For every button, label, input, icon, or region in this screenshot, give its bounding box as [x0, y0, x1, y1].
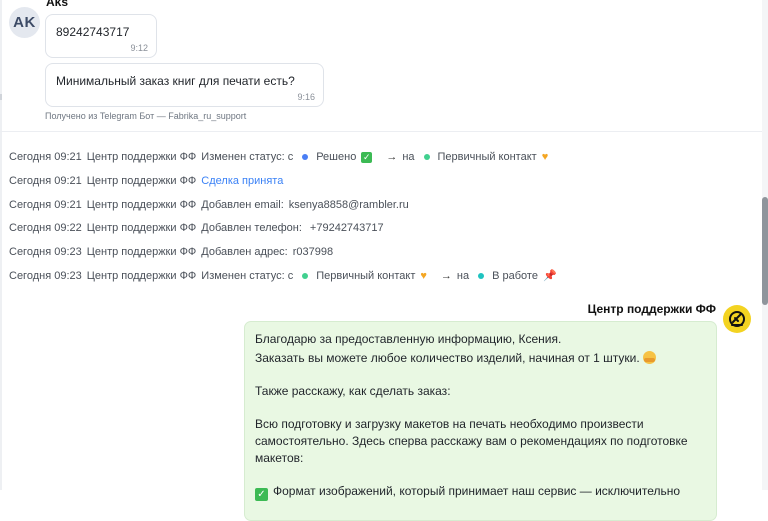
message-time: 9:16	[297, 92, 315, 102]
client-message-1: 89242743717 9:12	[45, 14, 157, 58]
left-panel-marker	[0, 94, 2, 100]
reply-line: самостоятельно. Здесь сперва расскажу ва…	[255, 434, 688, 448]
status-to: Первичный контакт	[437, 151, 537, 163]
event-actor: Центр поддержки ФФ	[86, 222, 197, 234]
yellow-heart-icon: ♥	[541, 150, 549, 163]
event-log-row: Сегодня 09:23 Центр поддержки ФФ Изменен…	[9, 270, 562, 282]
event-value-email: ksenya8858@rambler.ru	[288, 199, 409, 211]
reply-line: макетов:	[255, 451, 304, 465]
message-source-note: Получено из Telegram Бот — Fabrika_ru_su…	[45, 111, 247, 121]
deal-accepted-link[interactable]: Сделка принята	[201, 175, 283, 187]
event-value-phone: +79242743717	[309, 222, 384, 234]
reply-line: Благодарю за предоставленную информацию,…	[255, 332, 562, 346]
client-message-2: Минимальный заказ книг для печати есть? …	[45, 63, 324, 107]
status-dot-primary	[423, 154, 430, 160]
client-name[interactable]: Aks	[46, 0, 68, 9]
reply-line: Всю подготовку и загрузку макетов на печ…	[255, 417, 644, 431]
arrow-right-icon: →	[440, 270, 452, 282]
event-date: Сегодня 09:21	[9, 175, 82, 187]
event-date: Сегодня 09:21	[9, 151, 82, 163]
scrollbar-thumb[interactable]	[762, 197, 768, 305]
event-action: Добавлен адрес:	[201, 246, 288, 258]
event-action: Изменен статус: с	[201, 151, 294, 163]
reply-line-text: Заказать вы можете любое количество изде…	[255, 351, 640, 365]
event-actor: Центр поддержки ФФ	[86, 199, 197, 211]
event-log-row: Сегодня 09:21 Центр поддержки ФФ Сделка …	[9, 175, 288, 187]
agent-avatar[interactable]	[723, 305, 751, 333]
reply-line: ✓ Формат изображений, который принимает н…	[255, 484, 680, 501]
event-actor: Центр поддержки ФФ	[86, 270, 197, 282]
status-dot-work	[478, 273, 485, 279]
event-value-address: r037998	[292, 246, 334, 258]
status-to-word: на	[456, 270, 470, 282]
reply-line: Также расскажу, как сделать заказ:	[255, 384, 451, 398]
event-actor: Центр поддержки ФФ	[86, 246, 197, 258]
status-dot-primary	[302, 273, 309, 279]
agent-logo-icon	[729, 311, 745, 327]
arrow-right-icon: →	[386, 151, 398, 163]
reply-line-text: Формат изображений, который принимает на…	[273, 484, 681, 498]
event-date: Сегодня 09:21	[9, 199, 82, 211]
event-log-row: Сегодня 09:23 Центр поддержки ФФ Добавле…	[9, 246, 338, 258]
status-from: Решено	[316, 151, 357, 163]
hugging-face-icon	[642, 351, 656, 364]
event-date: Сегодня 09:23	[9, 270, 82, 282]
event-action: Изменен статус: с	[201, 270, 294, 282]
event-action: Добавлен email:	[201, 199, 284, 211]
event-actor: Центр поддержки ФФ	[86, 151, 197, 163]
event-date: Сегодня 09:23	[9, 246, 82, 258]
status-to: В работе	[492, 270, 538, 282]
agent-reply-bubble: Благодарю за предоставленную информацию,…	[244, 321, 717, 521]
pushpin-icon: 📌	[542, 269, 557, 282]
event-date: Сегодня 09:22	[9, 222, 82, 234]
message-text: 89242743717	[56, 25, 130, 39]
event-log-row: Сегодня 09:22 Центр поддержки ФФ Добавле…	[9, 222, 389, 234]
event-actor: Центр поддержки ФФ	[86, 175, 197, 187]
left-panel-edge	[0, 0, 2, 490]
event-log-row: Сегодня 09:21 Центр поддержки ФФ Изменен…	[9, 151, 553, 163]
check-emoji-icon: ✓	[361, 151, 373, 163]
reply-line: Заказать вы можете любое количество изде…	[255, 351, 656, 365]
status-dot-solved	[302, 154, 309, 160]
status-from: Первичный контакт	[316, 270, 416, 282]
yellow-heart-icon: ♥	[420, 269, 427, 282]
agent-name[interactable]: Центр поддержки ФФ	[588, 302, 716, 316]
client-avatar[interactable]: AK	[9, 7, 40, 38]
message-time: 9:12	[130, 43, 148, 53]
message-text: Минимальный заказ книг для печати есть?	[56, 74, 295, 88]
status-to-word: на	[402, 151, 415, 163]
event-log-row: Сегодня 09:21 Центр поддержки ФФ Добавле…	[9, 199, 414, 211]
divider	[0, 131, 768, 132]
event-action: Добавлен телефон:	[201, 222, 302, 234]
